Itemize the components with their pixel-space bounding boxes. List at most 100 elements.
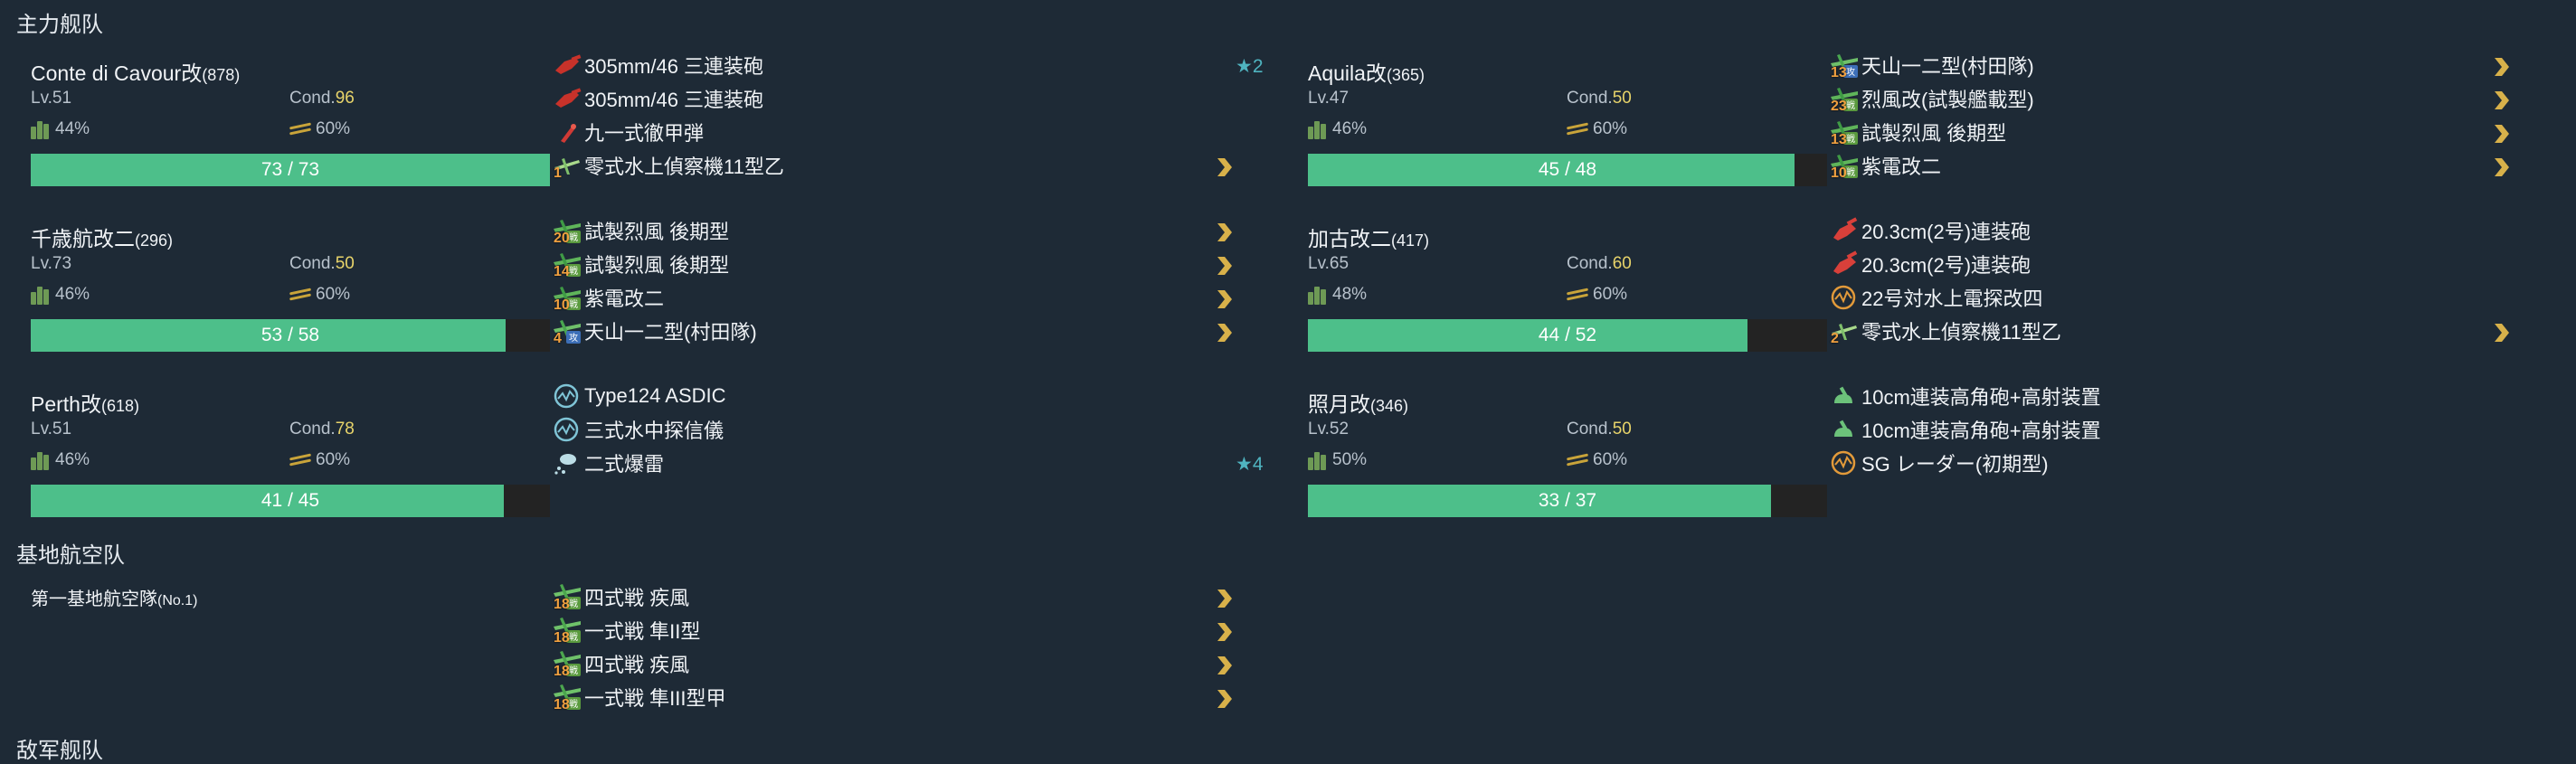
ap-shell-icon-graphic	[561, 124, 576, 143]
medium-gun-icon	[1829, 216, 1860, 245]
chevron-right-icon[interactable]	[2491, 156, 2513, 178]
ship-name-text: 千歳航改二	[31, 227, 135, 250]
chevron-right-icon[interactable]	[1214, 621, 1236, 643]
equip-item[interactable]: 10cm連装高角砲+高射装置	[1829, 382, 2101, 410]
fighter-icon: 戦 14	[552, 250, 582, 279]
cond-value: 50	[1612, 89, 1632, 108]
ap-shell-icon	[552, 118, 582, 146]
equip-name: 試製烈風 後期型	[584, 254, 730, 277]
ship-ammo: 60%	[289, 450, 350, 470]
equip-name: 一式戦 隼II型	[584, 620, 701, 643]
chevron-right-icon[interactable]	[1214, 322, 1236, 344]
equip-name: 試製烈風 後期型	[1861, 122, 2007, 145]
ship-ammo: 60%	[1566, 450, 1627, 470]
land-fighter-icon: 戦 18	[552, 649, 582, 679]
fighter-icon: 戦 23	[1829, 84, 1860, 114]
equip-name: 305mm/46 三連装砲	[584, 55, 764, 78]
chevron-right-icon[interactable]	[1214, 688, 1236, 710]
seaplane-icon: 1	[552, 151, 582, 181]
equip-item[interactable]: 九一式徹甲弾	[552, 118, 704, 146]
equip-item[interactable]: 10cm連装高角砲+高射装置	[1829, 415, 2101, 444]
hp-value: 53 / 58	[260, 325, 320, 345]
equip-item[interactable]: 20.3cm(2号)連装砲	[1829, 216, 2031, 245]
slot-count: 18	[554, 664, 570, 679]
fuel-value: 48%	[1332, 285, 1368, 304]
svg-text:攻: 攻	[1846, 66, 1855, 78]
ship-fuel: 46%	[31, 450, 90, 470]
aa-gun-icon	[1829, 415, 1860, 444]
ship-cond: Cond.96	[289, 89, 355, 108]
equip-item[interactable]: 戦 23 烈風改(試製艦載型)	[1829, 84, 2034, 114]
ship-level: Lv.65	[1308, 254, 1350, 273]
chevron-right-icon[interactable]	[1214, 156, 1236, 178]
equip-item[interactable]: 戦 18 四式戦 疾風	[552, 582, 690, 612]
equip-item[interactable]: 二式爆雷	[552, 448, 664, 477]
equip-name: 四式戦 疾風	[584, 587, 690, 609]
equip-name: SG レーダー(初期型)	[1861, 453, 2049, 476]
base-air-name-text: 第一基地航空隊	[31, 590, 157, 609]
svg-text:戦: 戦	[1846, 99, 1855, 111]
hp-bar: 33 / 37	[1308, 485, 1827, 517]
equip-item[interactable]: 戦 18 四式戦 疾風	[552, 649, 689, 679]
hp-bar: 41 / 45	[31, 485, 550, 517]
ship-cond: Cond.50	[1567, 89, 1632, 108]
equip-item[interactable]: 戦 10 紫電改二	[1829, 151, 1942, 181]
ship-name-text: Aquila改	[1308, 61, 1387, 85]
equip-name: 三式水中探信儀	[584, 420, 724, 442]
ship-level: Lv.51	[31, 89, 72, 108]
equip-item[interactable]: 戦 13 試製烈風 後期型	[1829, 118, 2007, 147]
ship-fuel: 50%	[1308, 450, 1367, 470]
ship-id: (417)	[1391, 231, 1430, 250]
equip-item[interactable]: 2 零式水上偵察機11型乙	[1829, 316, 2061, 346]
chevron-right-icon[interactable]	[2491, 56, 2513, 78]
equip-name: 紫電改二	[1861, 156, 1942, 178]
slot-count: 18	[554, 597, 570, 612]
hp-value: 33 / 37	[1538, 490, 1597, 511]
equip-item[interactable]: 戦 20 試製烈風 後期型	[552, 216, 729, 246]
hp-bar: 53 / 58	[31, 319, 550, 352]
equip-name: 烈風改(試製艦載型)	[1861, 89, 2034, 111]
hp-value: 41 / 45	[260, 490, 320, 511]
torpedo-bomber-icon: 攻4	[552, 316, 582, 346]
equip-item[interactable]: 1 零式水上偵察機11型乙	[552, 151, 784, 181]
equip-item[interactable]: SG レーダー(初期型)	[1829, 448, 2049, 477]
slot-count: 20	[554, 231, 570, 246]
ship-name-text: Conte di Cavour改	[31, 61, 203, 85]
fighter-icon: 戦 10	[552, 283, 582, 313]
equip-item[interactable]: 戦 14 試製烈風 後期型	[552, 250, 730, 279]
ammo-icon	[1566, 288, 1590, 302]
equip-item[interactable]: 攻 4 天山一二型(村田隊)	[552, 316, 757, 346]
chevron-right-icon[interactable]	[1214, 588, 1236, 609]
fighter-icon: 戦 10	[1829, 151, 1860, 181]
fuel-icon	[1308, 450, 1330, 470]
ship-level: Lv.51	[31, 420, 72, 439]
cond-value: 60	[1612, 254, 1632, 273]
ammo-value: 60%	[1593, 285, 1628, 304]
chevron-right-icon[interactable]	[2491, 123, 2513, 145]
radar-icon	[1829, 448, 1860, 477]
equip-item[interactable]: 戦 10 紫電改二	[552, 283, 664, 313]
chevron-right-icon[interactable]	[1214, 288, 1236, 310]
equip-item[interactable]: 22号対水上電探改四	[1829, 283, 2042, 312]
equip-item[interactable]: 305mm/46 三連装砲	[552, 51, 763, 80]
equip-item[interactable]: 三式水中探信儀	[552, 415, 724, 444]
equip-item[interactable]: 戦 18 一式戦 隼II型	[552, 616, 701, 646]
equip-item[interactable]: Type124 ASDIC	[552, 382, 726, 410]
svg-text:戦: 戦	[1846, 166, 1855, 178]
svg-text:戦: 戦	[1846, 133, 1855, 145]
chevron-right-icon[interactable]	[1214, 222, 1236, 243]
radar-icon	[1829, 283, 1860, 312]
svg-text:戦: 戦	[569, 598, 578, 609]
equip-item[interactable]: 戦 18 一式戦 隼III型甲	[552, 683, 725, 712]
equip-item[interactable]: 攻 13 天山一二型(村田隊)	[1829, 51, 2034, 80]
chevron-right-icon[interactable]	[2491, 322, 2513, 344]
equip-item[interactable]: 305mm/46 三連装砲	[552, 84, 763, 113]
slot-count: 18	[554, 697, 570, 712]
equip-item[interactable]: 20.3cm(2号)連装砲	[1829, 250, 2031, 278]
chevron-right-icon[interactable]	[1214, 255, 1236, 277]
slot-count: 13	[1831, 65, 1847, 80]
chevron-right-icon[interactable]	[2491, 90, 2513, 111]
chevron-right-icon[interactable]	[1214, 655, 1236, 676]
fuel-icon	[31, 450, 52, 470]
ship-fuel: 48%	[1308, 285, 1367, 305]
